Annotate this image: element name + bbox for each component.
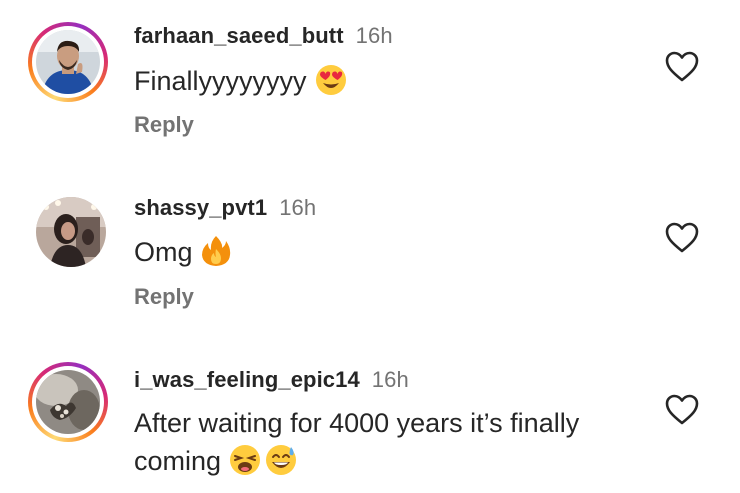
comment-text-line: After waiting for 4000 years it’s finall… <box>134 408 580 438</box>
comment-item: i_was_feeling_epic14 16h After waiting fo… <box>0 0 740 493</box>
comment-text-line: coming <box>134 442 654 486</box>
comment-timestamp: 16h <box>371 367 409 392</box>
weary-face-emoji <box>229 444 261 486</box>
like-heart-icon[interactable] <box>665 394 699 426</box>
comment-username[interactable]: i_was_feeling_epic14 16h <box>134 367 409 393</box>
avatar[interactable] <box>28 362 108 442</box>
comment-text: After waiting for 4000 years it’s finall… <box>134 404 654 486</box>
grinning-sweat-emoji <box>265 444 297 486</box>
username-text[interactable]: i_was_feeling_epic14 <box>134 367 360 392</box>
avatar-photo <box>36 370 100 434</box>
